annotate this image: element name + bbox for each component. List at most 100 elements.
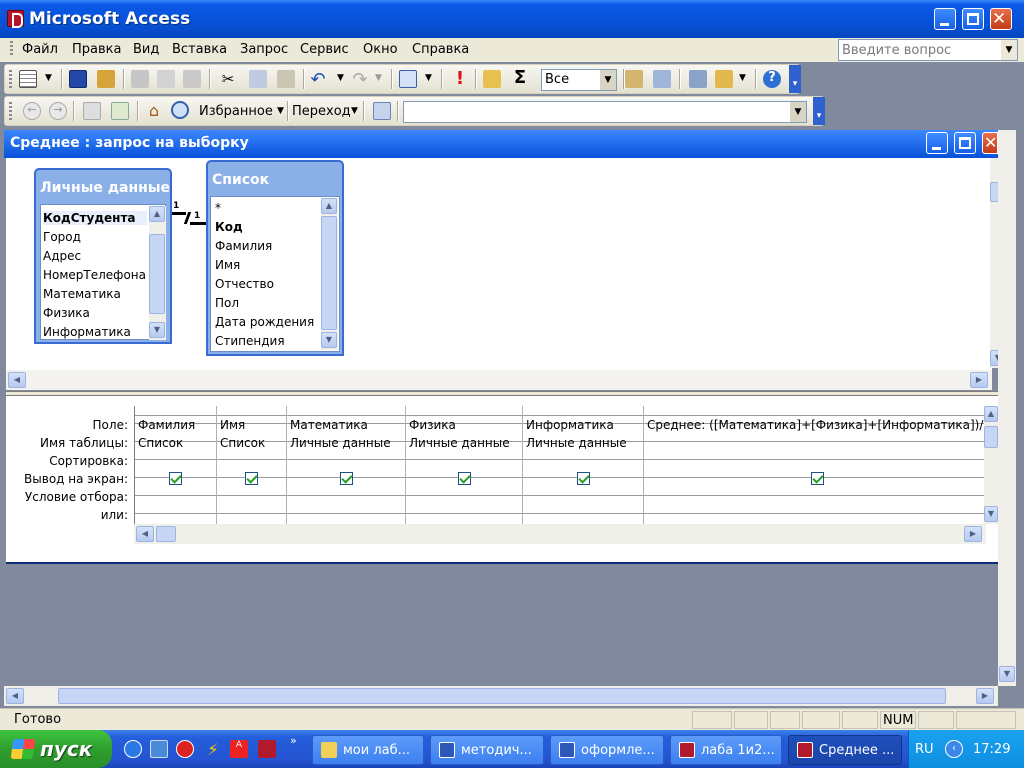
search-web-icon[interactable] [171, 101, 189, 119]
run-icon[interactable]: ! [451, 68, 469, 89]
media-icon[interactable] [176, 740, 194, 758]
back-icon[interactable]: ← [23, 102, 41, 120]
scroll-down-icon[interactable]: ▼ [321, 332, 337, 348]
field-item[interactable]: Город [43, 230, 81, 244]
grid-table-cell[interactable]: Список [220, 436, 286, 450]
new-object-icon[interactable] [715, 70, 733, 88]
properties-icon[interactable] [97, 70, 115, 88]
grid-table-cell[interactable]: Личные данные [409, 436, 522, 450]
undo-icon[interactable]: ↶ [309, 69, 327, 90]
chevron-down-icon[interactable]: ▼ [45, 73, 52, 83]
table-pane[interactable]: Личные данные КодСтудента Город Адрес Но… [6, 158, 1006, 370]
copy-icon[interactable] [249, 70, 267, 88]
workspace-hscroll[interactable]: ◀ ▶ [4, 686, 998, 706]
grid-field-cell[interactable]: Имя [220, 418, 286, 432]
menu-tools[interactable]: Сервис [300, 42, 349, 57]
totals-icon[interactable]: Σ [511, 67, 529, 88]
scroll-up-icon[interactable]: ▲ [149, 206, 165, 222]
chevron-down-icon[interactable]: ▼ [277, 106, 284, 116]
taskbar-button[interactable]: мои лаб... [312, 735, 424, 765]
show-checkbox[interactable] [458, 472, 471, 485]
field-item[interactable]: Пол [215, 296, 239, 310]
field-list[interactable]: * Код Фамилия Имя Отчество Пол Дата рожд… [210, 196, 340, 352]
menu-edit[interactable]: Правка [72, 42, 121, 57]
field-list[interactable]: КодСтудента Город Адрес НомерТелефона Ма… [40, 204, 166, 340]
design-grid-hscroll[interactable]: ◀ ▶ [134, 524, 986, 544]
show-checkbox[interactable] [340, 472, 353, 485]
scroll-down-icon[interactable]: ▼ [984, 506, 998, 522]
scroll-down-icon[interactable]: ▼ [999, 666, 1015, 682]
query-minimize-button[interactable] [926, 132, 948, 154]
stop-icon[interactable] [83, 102, 101, 120]
show-checkbox[interactable] [811, 472, 824, 485]
winamp-icon[interactable]: ⚡ [204, 740, 222, 759]
more-icon[interactable]: » [290, 734, 297, 747]
field-item[interactable]: КодСтудента [43, 211, 147, 225]
menu-view[interactable]: Вид [133, 42, 159, 57]
scroll-down-icon[interactable]: ▼ [149, 322, 165, 338]
chevron-down-icon[interactable]: ▼ [337, 73, 344, 83]
toolbar-grip[interactable] [9, 102, 12, 120]
taskbar-button-active[interactable]: Среднее ... [788, 735, 902, 765]
grid-field-cell[interactable]: Математика [290, 418, 405, 432]
field-item[interactable]: Код [215, 220, 243, 234]
menu-query[interactable]: Запрос [240, 42, 288, 57]
home-icon[interactable]: ⌂ [145, 101, 163, 120]
field-item[interactable]: Физика [43, 306, 90, 320]
ask-question-box[interactable]: Введите вопрос ▼ [838, 39, 1018, 61]
menubar-grip[interactable] [10, 41, 13, 57]
grid-field-cell[interactable]: Информатика [526, 418, 643, 432]
show-checkbox[interactable] [245, 472, 258, 485]
top-values-combo[interactable]: Все ▼ [541, 69, 617, 91]
chevron-down-icon[interactable]: ▼ [425, 73, 432, 83]
properties-sheet-icon[interactable] [625, 70, 643, 88]
field-list-scrollbar[interactable]: ▲ ▼ [149, 206, 166, 340]
start-button[interactable]: пуск [0, 730, 112, 768]
query-close-button[interactable]: ✕ [982, 132, 998, 154]
print-preview-icon[interactable] [157, 70, 175, 88]
access-app-icon[interactable] [7, 10, 24, 28]
field-item[interactable]: Стипендия [215, 334, 285, 348]
scroll-up-icon[interactable]: ▲ [984, 406, 998, 422]
outlook-icon[interactable] [150, 740, 168, 758]
workspace-vscroll[interactable]: ▼ [998, 130, 1016, 686]
field-item[interactable]: Дата рождения [215, 315, 314, 329]
table-pane-hscroll[interactable]: ◀ ▶ [6, 370, 992, 390]
menu-insert[interactable]: Вставка [172, 42, 227, 57]
refresh-icon[interactable] [111, 102, 129, 120]
query-maximize-button[interactable] [954, 132, 976, 154]
menu-window[interactable]: Окно [363, 42, 398, 57]
field-item[interactable]: Математика [43, 287, 121, 301]
chevron-down-icon[interactable]: ▼ [600, 70, 616, 90]
taskbar-button[interactable]: оформле... [550, 735, 664, 765]
scroll-thumb[interactable] [321, 216, 337, 330]
ie-icon[interactable] [124, 740, 142, 758]
field-item[interactable]: Имя [215, 258, 240, 272]
forward-icon[interactable]: → [49, 102, 67, 120]
help-icon[interactable]: ? [763, 70, 781, 88]
acrobat-icon[interactable]: A [230, 740, 248, 758]
build-icon[interactable] [653, 70, 671, 88]
maximize-button[interactable] [962, 8, 984, 30]
scroll-right-icon[interactable]: ▶ [970, 372, 988, 388]
chevron-down-icon[interactable]: ▼ [1001, 40, 1017, 60]
spelling-icon[interactable] [183, 70, 201, 88]
taskbar-button[interactable]: методич... [430, 735, 544, 765]
scroll-right-icon[interactable]: ▶ [964, 526, 982, 542]
grid-field-cell[interactable]: Физика [409, 418, 522, 432]
scroll-left-icon[interactable]: ◀ [136, 526, 154, 542]
show-table-icon[interactable] [483, 70, 501, 88]
scroll-thumb[interactable] [984, 426, 998, 448]
field-item[interactable]: Отчество [215, 277, 274, 291]
chevron-down-icon[interactable]: ▼ [375, 73, 382, 83]
field-list-scrollbar[interactable]: ▲ ▼ [321, 198, 338, 350]
toolbar-options-icon[interactable]: ▾ [789, 65, 801, 93]
address-combo[interactable]: ▼ [403, 101, 807, 123]
save-icon[interactable] [69, 70, 87, 88]
design-grid-vscroll[interactable]: ▲ ▼ [984, 406, 998, 524]
menu-help[interactable]: Справка [412, 42, 469, 57]
redo-icon[interactable]: ↷ [351, 69, 369, 90]
chevron-down-icon[interactable]: ▼ [351, 106, 358, 116]
field-item[interactable]: Адрес [43, 249, 81, 263]
scroll-thumb[interactable] [156, 526, 176, 542]
